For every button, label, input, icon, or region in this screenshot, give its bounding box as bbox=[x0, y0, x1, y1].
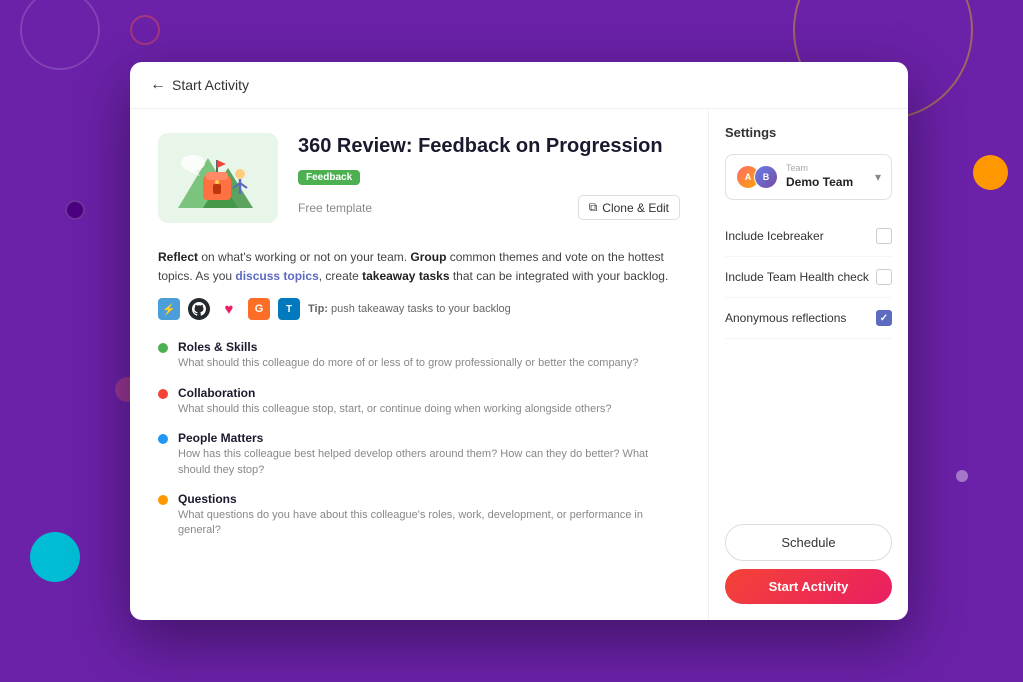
activity-header: 360 Review: Feedback on Progression Feed… bbox=[158, 133, 680, 232]
list-item: People Matters How has this colleague be… bbox=[158, 431, 680, 478]
activity-image bbox=[158, 133, 278, 223]
settings-title: Settings bbox=[725, 125, 892, 140]
team-avatars: A B bbox=[736, 165, 778, 189]
topic-dot-orange bbox=[158, 495, 168, 505]
bg-decoration-1 bbox=[20, 0, 100, 70]
activity-title: 360 Review: Feedback on Progression bbox=[298, 133, 680, 159]
clone-edit-button[interactable]: ⧉ Clone & Edit bbox=[578, 195, 680, 220]
back-button[interactable]: ← Start Activity bbox=[150, 76, 249, 94]
anonymous-checkbox[interactable] bbox=[876, 310, 892, 326]
start-activity-button[interactable]: Start Activity bbox=[725, 569, 892, 604]
topic-dot-green bbox=[158, 343, 168, 353]
template-row: Free template ⧉ Clone & Edit bbox=[298, 195, 680, 220]
integrations-row: ⚡ ♥ G T Tip: push takeaway tasks to your… bbox=[158, 298, 680, 320]
feedback-badge: Feedback bbox=[298, 170, 360, 185]
health-check-checkbox[interactable] bbox=[876, 269, 892, 285]
topic-name: Roles & Skills bbox=[178, 340, 638, 354]
topic-name: Collaboration bbox=[178, 386, 612, 400]
icebreaker-label: Include Icebreaker bbox=[725, 229, 824, 243]
list-item: Collaboration What should this colleague… bbox=[158, 386, 680, 417]
bg-decoration-2 bbox=[130, 15, 160, 45]
icebreaker-checkbox[interactable] bbox=[876, 228, 892, 244]
main-modal: ← Start Activity bbox=[130, 62, 908, 620]
trello-icon: T bbox=[278, 298, 300, 320]
content-area: 360 Review: Feedback on Progression Feed… bbox=[130, 109, 708, 620]
back-label: Start Activity bbox=[172, 77, 249, 93]
anonymous-setting: Anonymous reflections bbox=[725, 298, 892, 339]
bg-decoration-4 bbox=[30, 532, 80, 582]
topic-content: Questions What questions do you have abo… bbox=[178, 492, 680, 539]
modal-header: ← Start Activity bbox=[130, 62, 908, 109]
topic-dot-red bbox=[158, 389, 168, 399]
activity-info: 360 Review: Feedback on Progression Feed… bbox=[298, 133, 680, 232]
settings-panel: Settings A B Team Demo Team ▾ Include Ic… bbox=[708, 109, 908, 620]
health-check-setting: Include Team Health check bbox=[725, 257, 892, 298]
slack-icon: ⚡ bbox=[158, 298, 180, 320]
free-template-label: Free template bbox=[298, 201, 372, 215]
back-arrow-icon: ← bbox=[150, 76, 166, 94]
list-item: Questions What questions do you have abo… bbox=[158, 492, 680, 539]
clone-icon: ⧉ bbox=[589, 200, 598, 215]
topic-name: People Matters bbox=[178, 431, 680, 445]
health-check-label: Include Team Health check bbox=[725, 270, 869, 284]
avatar-2: B bbox=[754, 165, 778, 189]
gitlab-icon: G bbox=[248, 298, 270, 320]
topic-content: People Matters How has this colleague be… bbox=[178, 431, 680, 478]
settings-footer: Schedule Start Activity bbox=[725, 514, 892, 604]
team-label: Team bbox=[786, 163, 867, 173]
modal-body: 360 Review: Feedback on Progression Feed… bbox=[130, 109, 908, 620]
activity-description: Reflect on what's working or not on your… bbox=[158, 248, 680, 286]
topic-dot-blue bbox=[158, 434, 168, 444]
bg-circle-small bbox=[956, 470, 968, 482]
list-item: Roles & Skills What should this colleagu… bbox=[158, 340, 680, 371]
team-info: Team Demo Team bbox=[786, 163, 867, 191]
chevron-down-icon: ▾ bbox=[875, 170, 881, 184]
team-selector[interactable]: A B Team Demo Team ▾ bbox=[725, 154, 892, 200]
schedule-button[interactable]: Schedule bbox=[725, 524, 892, 561]
anonymous-label: Anonymous reflections bbox=[725, 311, 846, 325]
settings-spacer bbox=[725, 339, 892, 514]
team-name: Demo Team bbox=[786, 175, 853, 189]
topic-desc: What should this colleague do more of or… bbox=[178, 356, 638, 371]
topic-desc: How has this colleague best helped devel… bbox=[178, 447, 680, 478]
clone-edit-label: Clone & Edit bbox=[602, 201, 669, 215]
topic-name: Questions bbox=[178, 492, 680, 506]
icebreaker-setting: Include Icebreaker bbox=[725, 216, 892, 257]
topics-list: Roles & Skills What should this colleagu… bbox=[158, 340, 680, 538]
tip-text: Tip: push takeaway tasks to your backlog bbox=[308, 303, 511, 315]
topic-desc: What questions do you have about this co… bbox=[178, 508, 680, 539]
github-icon bbox=[188, 298, 210, 320]
topic-content: Roles & Skills What should this colleagu… bbox=[178, 340, 638, 371]
favorite-icon: ♥ bbox=[218, 298, 240, 320]
bg-circle-orange bbox=[973, 155, 1008, 190]
topic-desc: What should this colleague stop, start, … bbox=[178, 402, 612, 417]
bg-decoration-3 bbox=[65, 200, 85, 220]
topic-content: Collaboration What should this colleague… bbox=[178, 386, 612, 417]
